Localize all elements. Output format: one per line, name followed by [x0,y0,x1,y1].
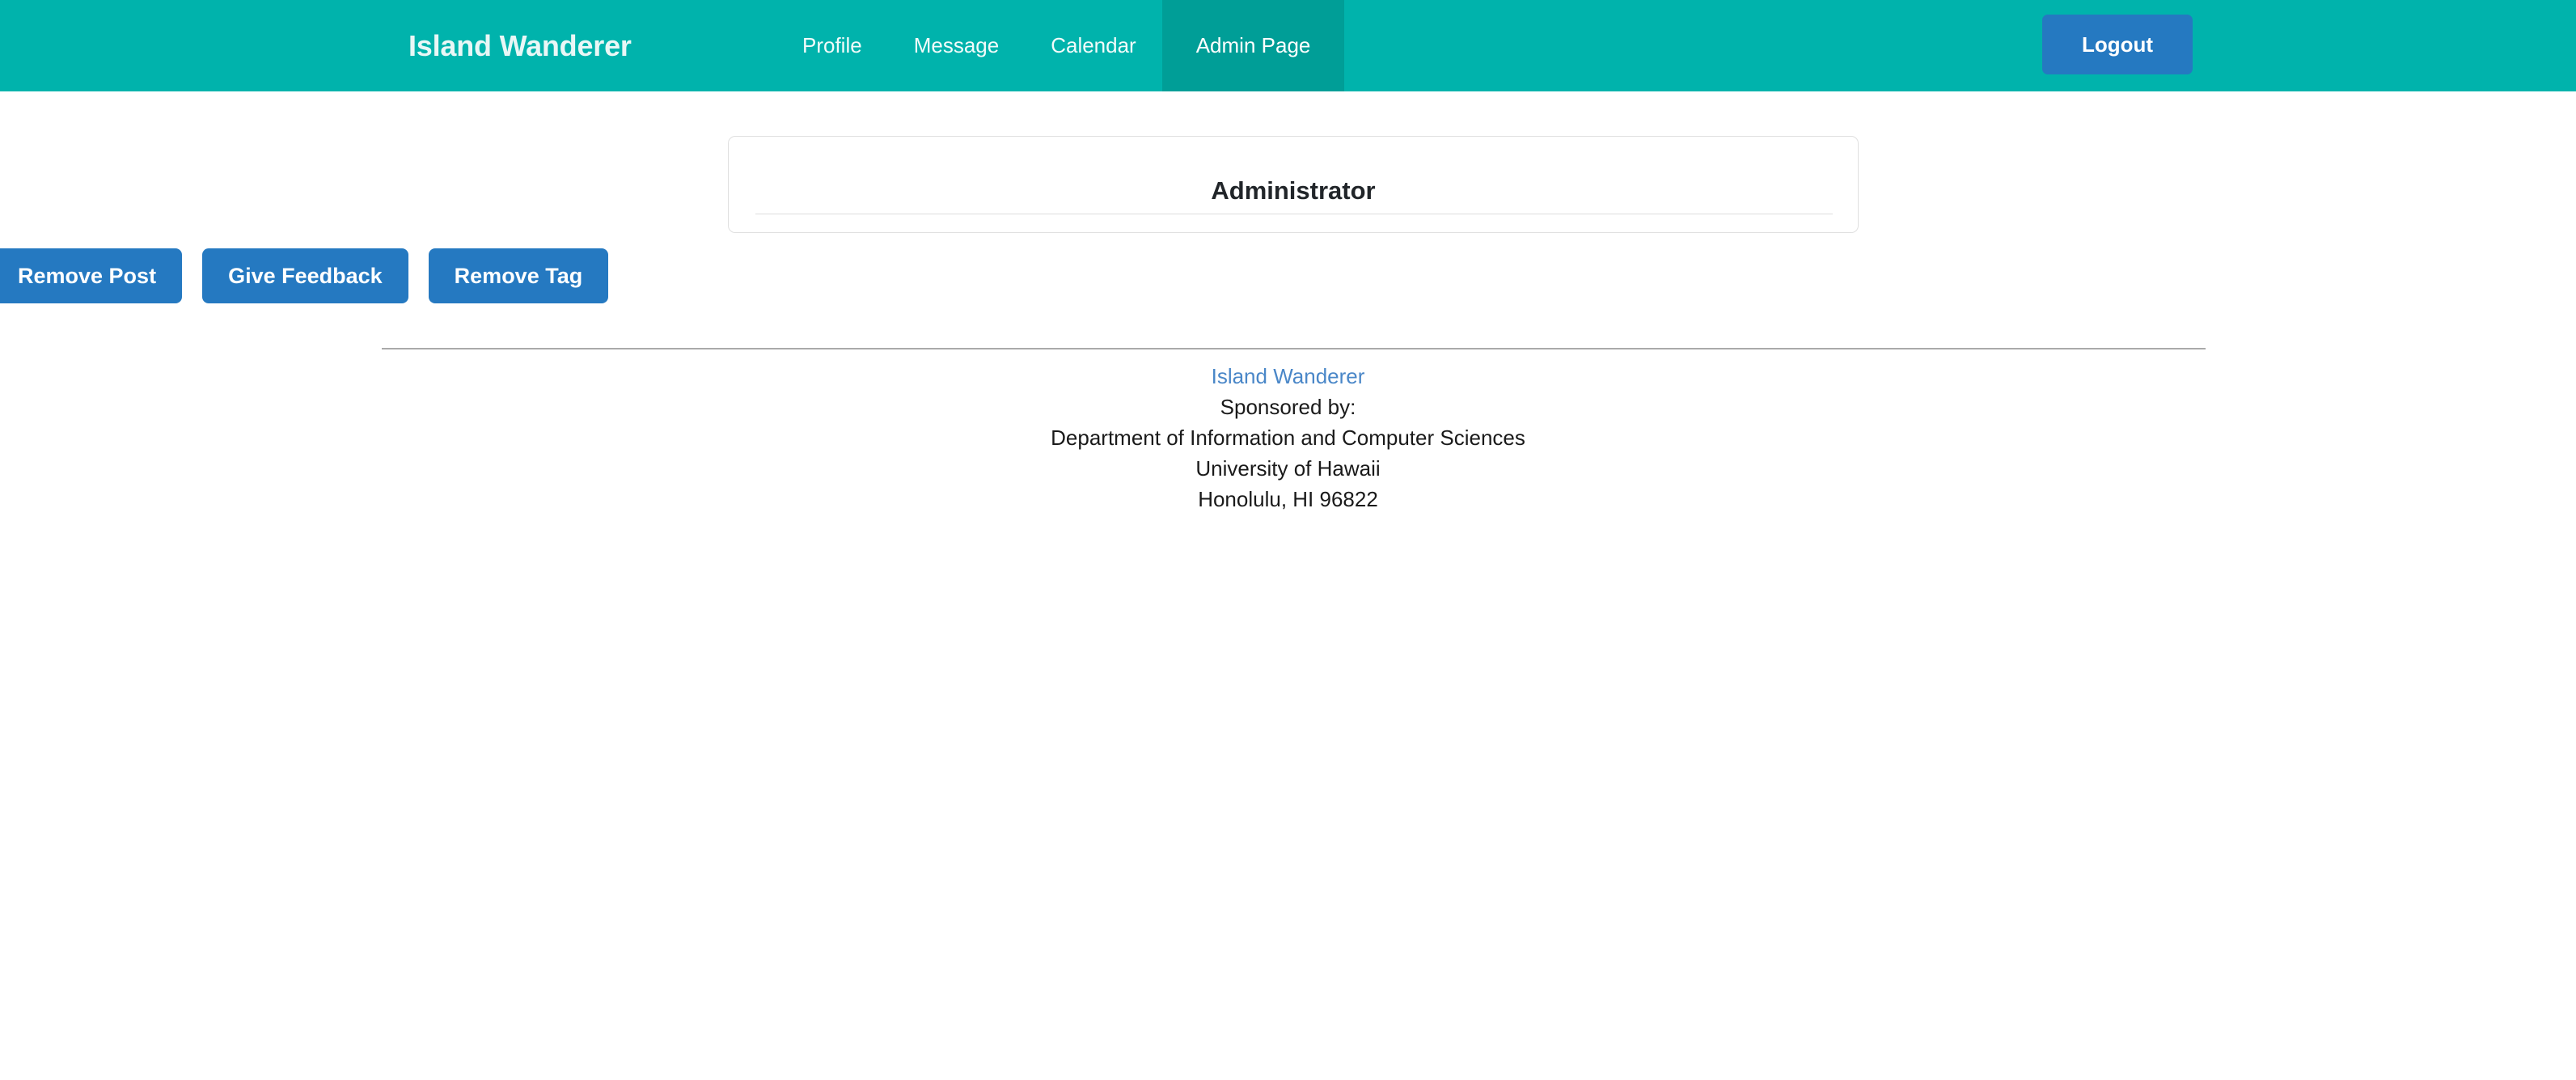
top-navbar: Island Wanderer Profile Message Calendar… [0,0,2576,91]
brand-link[interactable]: Island Wanderer [408,0,632,91]
footer-brand-link[interactable]: Island Wanderer [0,361,2576,392]
nav-item-profile[interactable]: Profile [776,0,888,91]
footer-line-university: University of Hawaii [1195,456,1381,481]
remove-post-button[interactable]: Remove Post [0,248,183,303]
logout-button[interactable]: Logout [2042,15,2193,74]
nav-item-calendar[interactable]: Calendar [1025,0,1162,91]
page-title: Administrator [1211,176,1376,205]
nav-item-admin-page[interactable]: Admin Page [1161,0,1345,91]
footer-content: Island Wanderer Sponsored by: Department… [0,361,2576,515]
admin-action-bar: Remove Post Give Feedback Remove Tag [0,248,609,303]
remove-tag-button[interactable]: Remove Tag [428,248,609,303]
give-feedback-button[interactable]: Give Feedback [202,248,408,303]
nav-links: Profile Message Calendar Admin Page [776,0,1345,91]
administrator-card: Administrator [728,136,1859,233]
footer-line-address: Honolulu, HI 96822 [1198,487,1378,511]
nav-item-message[interactable]: Message [888,0,1026,91]
footer-line-sponsored-by: Sponsored by: [1220,395,1356,419]
footer-divider [382,348,2206,349]
footer-line-department: Department of Information and Computer S… [1051,426,1525,450]
